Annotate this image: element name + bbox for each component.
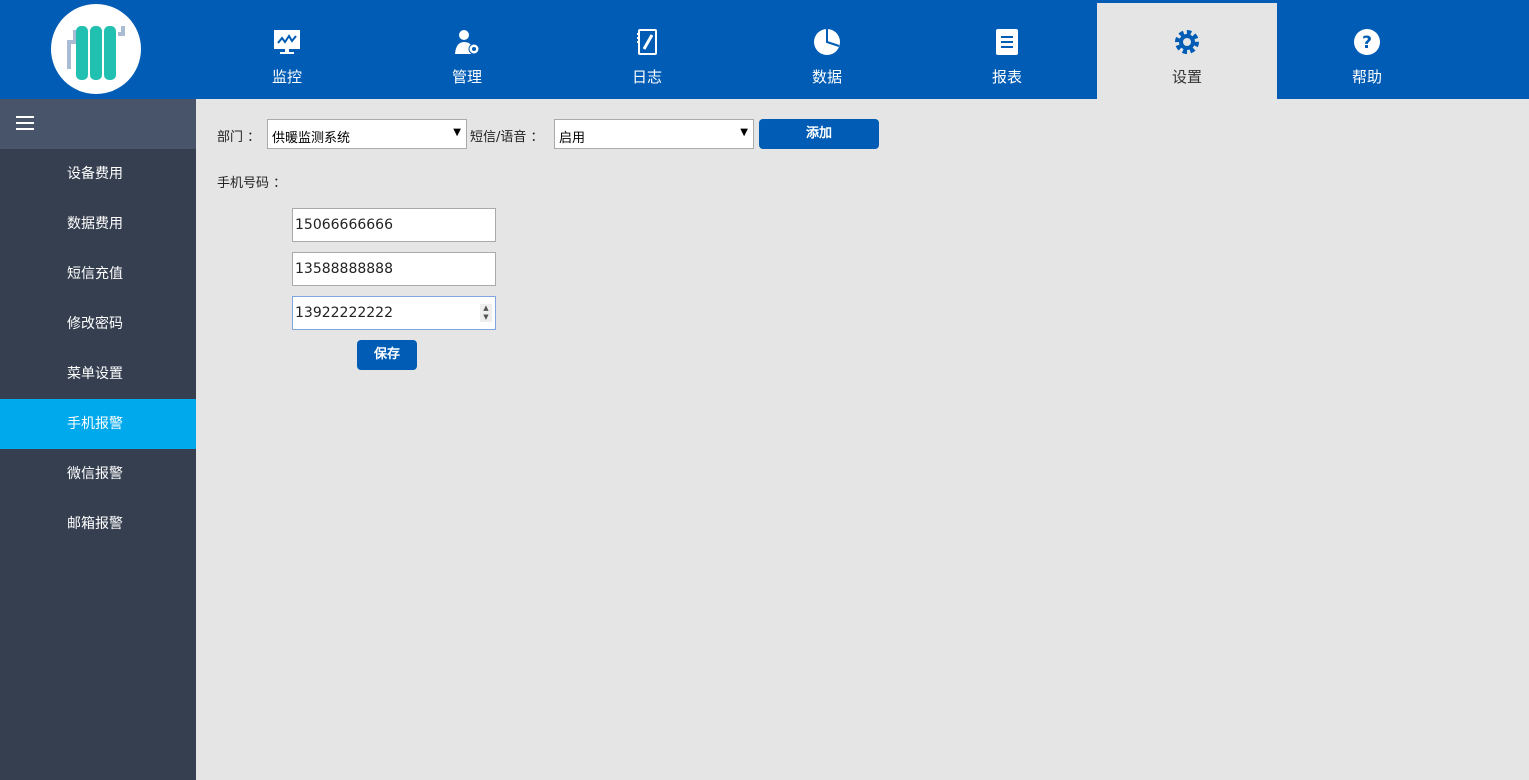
sidebar-item[interactable]: 邮箱报警 xyxy=(0,499,196,549)
sms-label: 短信/语音 ： xyxy=(470,130,544,145)
tab-label: 报表 xyxy=(991,68,1022,86)
dept-value: 供暖监测系统 xyxy=(272,131,351,146)
tab-label: 数据 xyxy=(811,68,842,86)
logo xyxy=(51,4,141,94)
sidebar-item[interactable]: 手机报警 xyxy=(0,399,196,449)
sms-select[interactable]: 启用 ▼ xyxy=(554,119,754,149)
tab-help[interactable]: ? 帮助 xyxy=(1277,0,1457,99)
menu-icon[interactable] xyxy=(16,116,34,130)
save-button[interactable]: 保存 xyxy=(357,340,417,370)
main-content: 部门 ： 供暖监测系统 ▼ 短信/语音 ： 启用 ▼ 添加 手机号码 ： 15066… xyxy=(197,99,1529,780)
add-button[interactable]: 添加 xyxy=(759,119,879,149)
pie-chart-icon xyxy=(813,28,841,56)
sms-value: 启用 xyxy=(559,131,586,146)
phone-input-3[interactable]: 13922222222 ▲ ▼ xyxy=(292,296,496,330)
gear-icon xyxy=(1173,28,1201,56)
user-gear-icon xyxy=(453,28,481,56)
dropdown-arrow-icon: ▼ xyxy=(740,127,748,138)
tab-user-gear[interactable]: 管理 xyxy=(377,0,557,99)
monitor-chart-icon xyxy=(273,28,301,56)
phone-label: 手机号码 ： xyxy=(217,176,287,191)
help-icon: ? xyxy=(1353,28,1381,56)
svg-text:?: ? xyxy=(1362,33,1372,53)
spinner-icon[interactable]: ▲ ▼ xyxy=(480,304,492,322)
sidebar-item[interactable]: 短信充值 xyxy=(0,249,196,299)
tab-label: 日志 xyxy=(631,68,662,86)
tab-document[interactable]: 报表 xyxy=(917,0,1097,99)
sidebar-item[interactable]: 设备费用 xyxy=(0,149,196,199)
document-icon xyxy=(993,28,1021,56)
tab-notebook-pen[interactable]: 日志 xyxy=(557,0,737,99)
sidebar-header xyxy=(0,99,196,149)
dept-label: 部门 ： xyxy=(217,130,261,145)
tab-monitor-chart[interactable]: 监控 xyxy=(197,0,377,99)
sidebar: 设备费用 数据费用 短信充值 修改密码 菜单设置 手机报警 微信报警 邮箱报警 xyxy=(0,99,196,780)
tab-label: 设置 xyxy=(1171,68,1202,86)
top-bar: 监控 管理 日志 数据 报表 设置? 帮助 xyxy=(0,0,1529,99)
sidebar-item[interactable]: 微信报警 xyxy=(0,449,196,499)
phone-input-2[interactable]: 13588888888 xyxy=(292,252,496,286)
phone-input-1[interactable]: 15066666666 xyxy=(292,208,496,242)
notebook-pen-icon xyxy=(633,28,661,56)
sidebar-item[interactable]: 菜单设置 xyxy=(0,349,196,399)
phone-value: 13922222222 xyxy=(295,305,393,321)
dept-select[interactable]: 供暖监测系统 ▼ xyxy=(267,119,467,149)
tab-label: 监控 xyxy=(271,68,302,86)
sidebar-item[interactable]: 修改密码 xyxy=(0,299,196,349)
tab-gear[interactable]: 设置 xyxy=(1097,3,1277,99)
tab-pie-chart[interactable]: 数据 xyxy=(737,0,917,99)
tab-label: 帮助 xyxy=(1351,68,1382,86)
tab-label: 管理 xyxy=(451,68,482,86)
dropdown-arrow-icon: ▼ xyxy=(453,127,461,138)
sidebar-item[interactable]: 数据费用 xyxy=(0,199,196,249)
